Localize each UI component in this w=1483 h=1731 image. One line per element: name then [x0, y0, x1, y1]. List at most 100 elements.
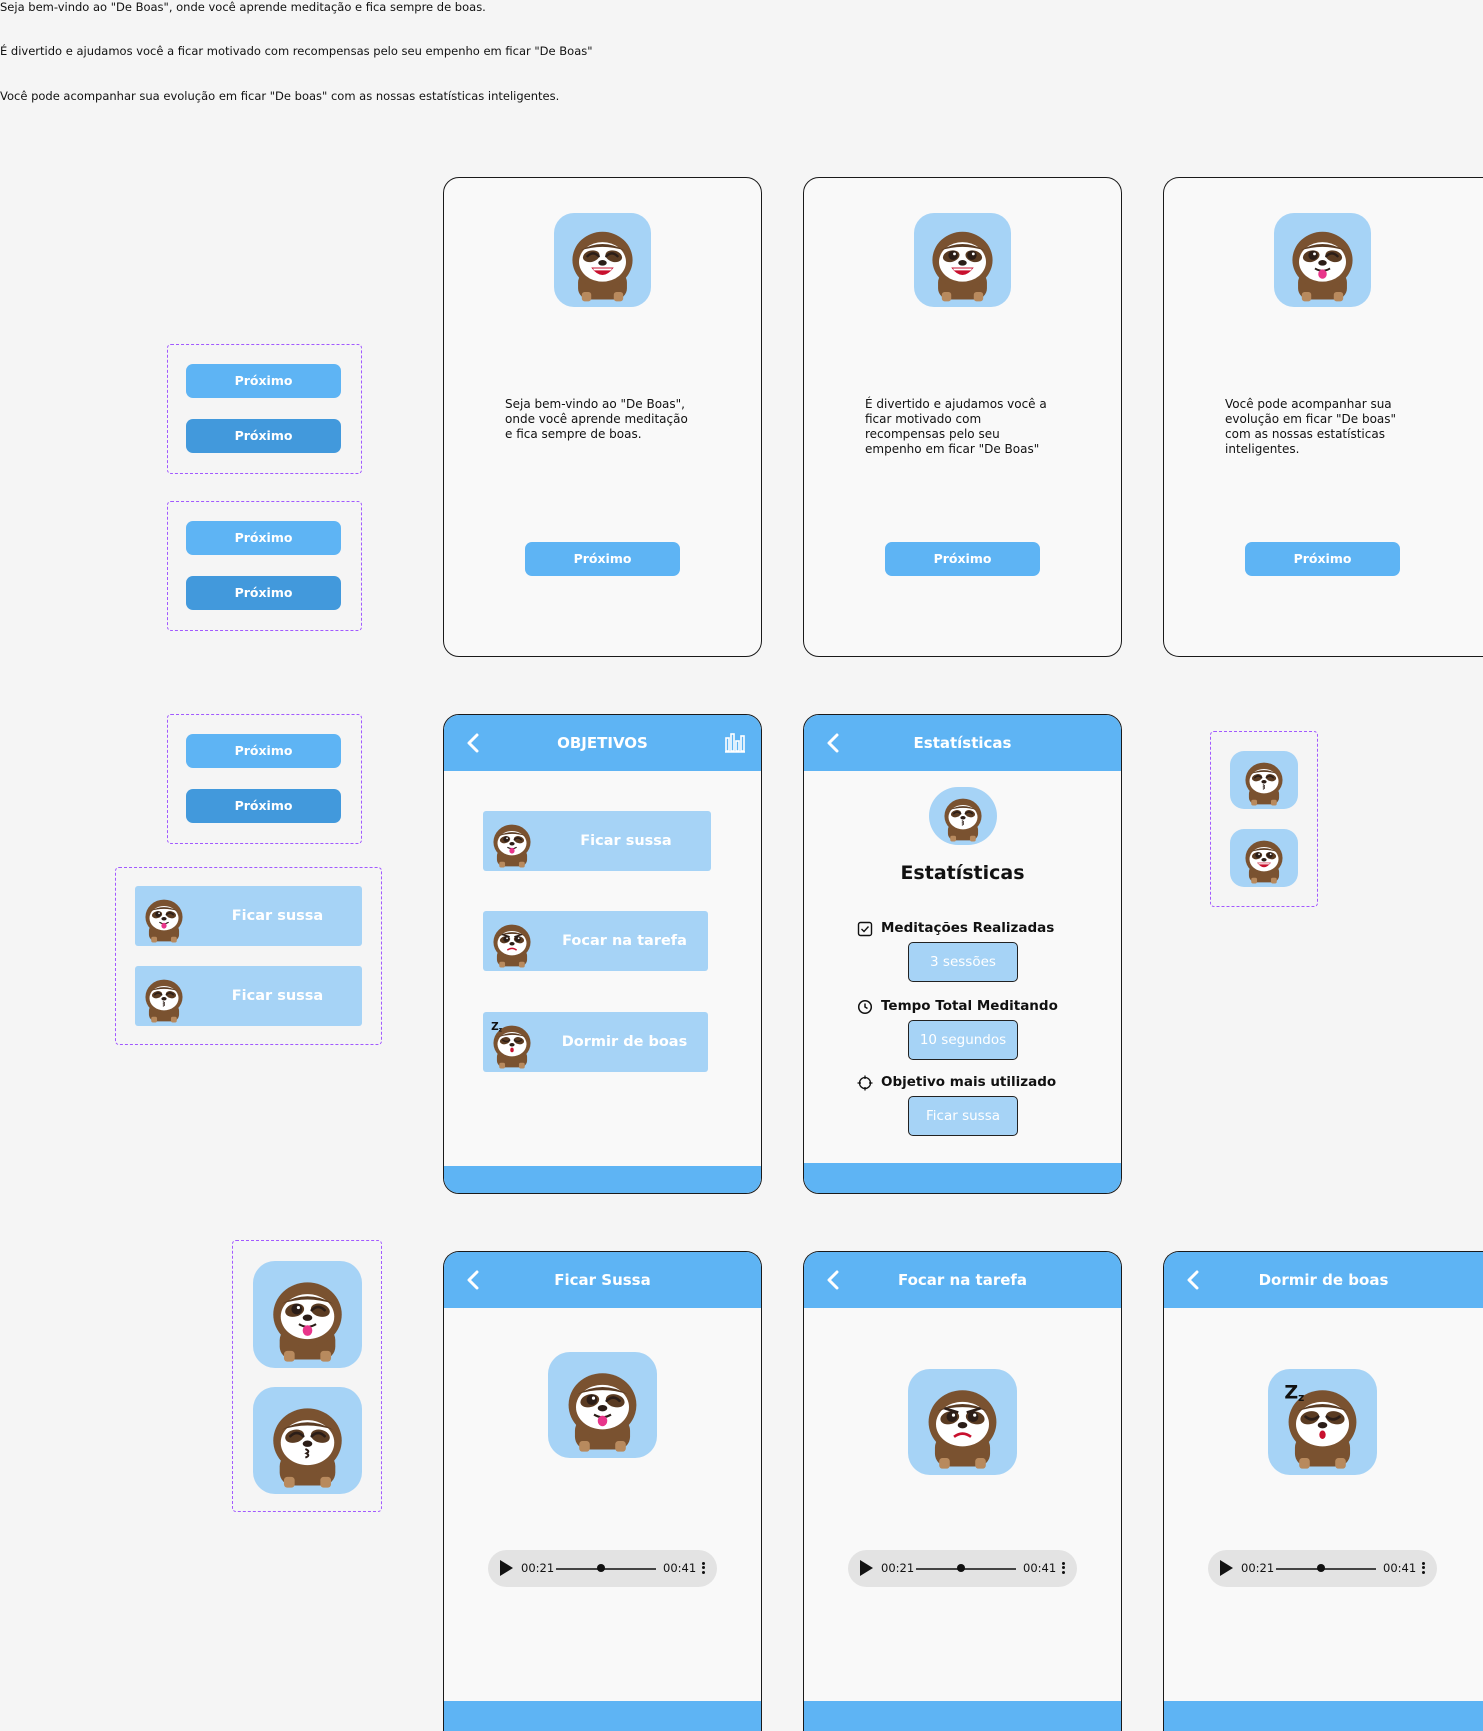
session-screen-focus: Focar na tarefa 00:21 00:41 — [803, 1251, 1122, 1731]
current-time: 00:21 — [521, 1561, 555, 1575]
footer-bar — [1164, 1701, 1483, 1731]
sloth-wink-tongue-icon — [483, 813, 541, 871]
goal-button-focus[interactable]: Focar na tarefa — [483, 911, 708, 971]
goal-label: Focar na tarefa — [562, 933, 687, 949]
seek-handle[interactable] — [957, 1564, 965, 1572]
current-time: 00:21 — [881, 1561, 915, 1575]
page-title: Estatísticas — [913, 734, 1012, 752]
seek-handle[interactable] — [1317, 1564, 1325, 1572]
page-title: OBJETIVOS — [557, 734, 648, 752]
page-title: Dormir de boas — [1258, 1271, 1389, 1289]
play-icon[interactable] — [500, 1560, 513, 1576]
stat-label-sessions: Meditações Realizadas — [881, 920, 1055, 936]
goal-button-sleep[interactable]: Zz Dormir de boas — [483, 1012, 708, 1072]
back-chevron-icon[interactable] — [820, 729, 848, 757]
back-chevron-icon[interactable] — [820, 1266, 848, 1294]
goal-button-label: Ficar sussa — [231, 908, 324, 924]
session-screen-relax: Ficar Sussa 00:21 00:41 — [443, 1251, 762, 1731]
seek-track[interactable] — [556, 1568, 656, 1570]
onboarding-text: É divertido e ajudamos você a ficar moti… — [865, 397, 1047, 456]
goal-button-variants: Ficar sussa Ficar sussa — [115, 867, 382, 1045]
audio-player: 00:21 00:41 — [848, 1550, 1077, 1587]
next-button-variants-c: Próximo Próximo — [167, 714, 362, 844]
target-icon — [857, 1075, 873, 1091]
more-vertical-icon[interactable] — [1060, 1560, 1066, 1577]
next-button-variants-a: Próximo Próximo — [167, 344, 362, 474]
svg-text:Z: Z — [491, 1021, 499, 1033]
svg-text:Z: Z — [1284, 1382, 1298, 1404]
avatar-variants-large — [232, 1240, 382, 1512]
next-button[interactable]: Próximo — [525, 542, 680, 576]
page-title: Ficar Sussa — [554, 1271, 651, 1289]
play-icon[interactable] — [860, 1560, 873, 1576]
goal-button-default[interactable]: Ficar sussa — [135, 886, 362, 946]
stat-value-goal: Ficar sussa — [908, 1096, 1018, 1136]
play-icon[interactable] — [1220, 1560, 1233, 1576]
footer-bar — [804, 1701, 1121, 1731]
onboarding-text: Você pode acompanhar sua evolução em fic… — [1225, 397, 1397, 456]
sloth-kiss-icon — [135, 968, 193, 1026]
sloth-kiss-icon — [1230, 751, 1298, 809]
next-button-default[interactable]: Próximo — [186, 364, 341, 398]
back-chevron-icon[interactable] — [460, 729, 488, 757]
sloth-focused-icon — [483, 913, 541, 971]
seek-handle[interactable] — [597, 1564, 605, 1572]
goal-label: Ficar sussa — [580, 833, 672, 849]
svg-text:z: z — [1298, 1392, 1304, 1404]
sloth-wink-tongue-icon — [253, 1261, 362, 1368]
statistics-screen: Estatísticas Estatísticas Meditações Rea… — [803, 714, 1122, 1194]
sloth-kiss-icon — [929, 787, 997, 845]
next-button-pressed[interactable]: Próximo — [186, 419, 341, 453]
sloth-laughing-icon — [554, 213, 651, 307]
sloth-focused-icon — [908, 1369, 1017, 1475]
audio-player: 00:21 00:41 — [488, 1550, 717, 1587]
next-button-pressed[interactable]: Próximo — [186, 576, 341, 610]
onboarding-screen-1: Seja bem-vindo ao "De Boas", onde você a… — [443, 177, 762, 657]
sloth-laughing-icon — [914, 213, 1011, 307]
goal-button-relax[interactable]: Ficar sussa — [483, 811, 711, 871]
avatar-variants-small — [1210, 731, 1318, 907]
next-button[interactable]: Próximo — [1245, 542, 1400, 576]
next-button-pressed[interactable]: Próximo — [186, 789, 341, 823]
onboarding-screen-2: É divertido e ajudamos você a ficar moti… — [803, 177, 1122, 657]
onboarding-text: Seja bem-vindo ao "De Boas", onde você a… — [505, 397, 688, 441]
sloth-sleeping-icon: Zz — [1268, 1369, 1377, 1475]
stat-value-time: 10 segundos — [908, 1020, 1018, 1060]
sloth-sleeping-icon: Zz — [483, 1014, 541, 1072]
back-chevron-icon[interactable] — [1180, 1266, 1208, 1294]
next-button-default[interactable]: Próximo — [186, 734, 341, 768]
back-chevron-icon[interactable] — [460, 1266, 488, 1294]
sloth-laughing-icon — [1230, 829, 1298, 887]
total-time: 00:41 — [1023, 1561, 1057, 1575]
footer-bar — [804, 1163, 1121, 1193]
next-button-variants-b: Próximo Próximo — [167, 501, 362, 631]
goal-button-hover[interactable]: Ficar sussa — [135, 966, 362, 1026]
seek-track[interactable] — [1276, 1568, 1376, 1570]
next-button[interactable]: Próximo — [885, 542, 1040, 576]
total-time: 00:41 — [1383, 1561, 1417, 1575]
total-time: 00:41 — [663, 1561, 697, 1575]
clock-icon — [857, 999, 873, 1015]
sloth-wink-tongue-icon — [135, 888, 193, 946]
note-motivation: É divertido e ajudamos você a ficar moti… — [0, 44, 593, 58]
more-vertical-icon[interactable] — [1420, 1560, 1426, 1577]
more-vertical-icon[interactable] — [700, 1560, 706, 1577]
onboarding-screen-3: Você pode acompanhar sua evolução em fic… — [1163, 177, 1483, 657]
sloth-kiss-icon — [253, 1387, 362, 1494]
footer-bar — [444, 1166, 761, 1193]
note-statistics: Você pode acompanhar sua evolução em fic… — [0, 89, 560, 103]
next-button-default[interactable]: Próximo — [186, 521, 341, 555]
bar-chart-icon[interactable] — [723, 730, 747, 754]
footer-bar — [444, 1701, 761, 1731]
current-time: 00:21 — [1241, 1561, 1275, 1575]
stat-value-sessions: 3 sessões — [908, 942, 1018, 982]
session-screen-sleep: Dormir de boas Zz 00:21 00:41 — [1163, 1251, 1483, 1731]
stat-label-time: Tempo Total Meditando — [881, 998, 1058, 1014]
page-title: Focar na tarefa — [897, 1271, 1028, 1289]
seek-track[interactable] — [916, 1568, 1016, 1570]
stat-label-goal: Objetivo mais utilizado — [881, 1074, 1057, 1090]
sloth-wink-tongue-icon — [548, 1352, 657, 1458]
goal-label: Dormir de boas — [561, 1034, 688, 1050]
objectives-screen: OBJETIVOS Ficar sussa Focar na tarefa Zz… — [443, 714, 762, 1194]
check-square-icon — [857, 921, 873, 937]
